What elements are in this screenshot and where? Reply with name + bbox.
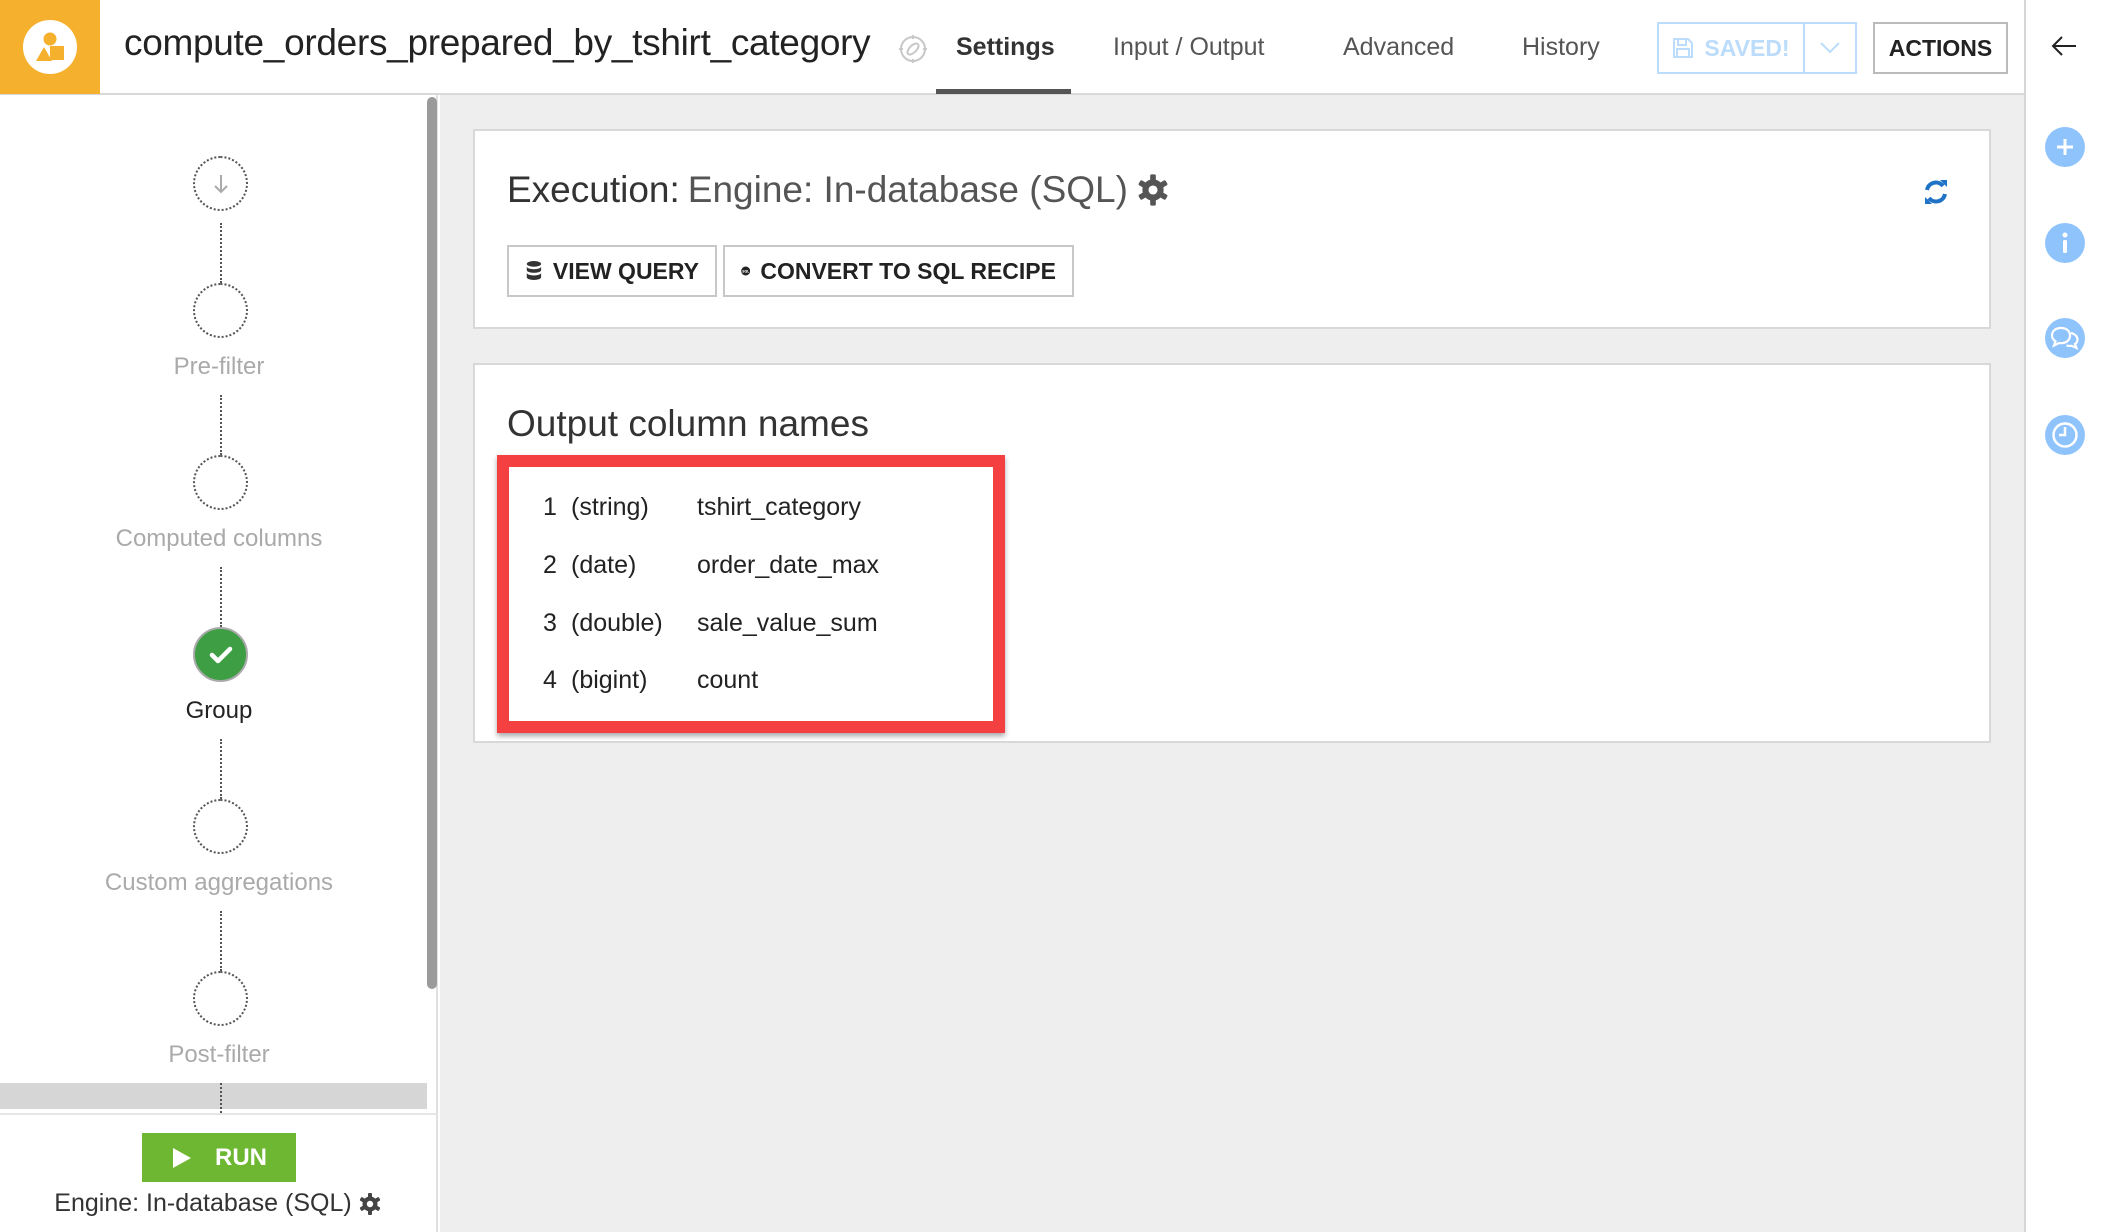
refresh-icon[interactable]	[1921, 177, 1951, 207]
column-type: (string)	[571, 493, 649, 521]
sidebar-overflow-band	[0, 1083, 427, 1109]
discussions-icon	[2050, 326, 2079, 351]
floppy-disk-icon	[1673, 38, 1694, 58]
gear-icon[interactable]	[1136, 173, 1170, 207]
step-computed-columns-circle[interactable]	[193, 455, 248, 510]
engine-selector[interactable]: Engine: In-database (SQL)	[0, 1189, 436, 1218]
info-icon	[2062, 232, 2068, 253]
column-index: 1	[543, 493, 557, 521]
column-row: 4 (bigint) count	[543, 666, 758, 695]
output-columns-list: 1 (string) tshirt_category 2 (date) orde…	[497, 455, 1005, 733]
step-connector	[220, 223, 222, 283]
column-type: (date)	[571, 551, 637, 579]
step-computed-columns[interactable]: Computed columns	[0, 525, 438, 553]
database-icon	[526, 260, 542, 280]
sql-icon: SQL	[741, 266, 751, 276]
convert-to-sql-button[interactable]: SQL CONVERT TO SQL RECIPE	[723, 245, 1074, 297]
output-columns-panel: Output column names 1 (string) tshirt_ca…	[473, 363, 1991, 743]
save-button-group: SAVED!	[1657, 22, 1857, 74]
sidebar-footer: RUN Engine: In-database (SQL)	[0, 1113, 436, 1232]
tab-settings[interactable]: Settings	[956, 33, 1055, 62]
step-pre-filter-circle[interactable]	[193, 283, 248, 338]
view-query-label: VIEW QUERY	[552, 257, 699, 284]
main-content: Execution: Engine: In-database (SQL) VIE…	[440, 95, 2024, 1232]
output-columns-title: Output column names	[507, 403, 869, 444]
step-connector	[220, 395, 222, 455]
checkmark-icon	[209, 646, 232, 663]
column-type: (bigint)	[571, 666, 648, 694]
right-rail	[2024, 0, 2102, 1232]
step-post-filter[interactable]: Post-filter	[0, 1041, 438, 1069]
column-row: 2 (date) order_date_max	[543, 551, 879, 580]
discussions-button[interactable]	[2045, 318, 2085, 358]
engine-label: Engine: In-database (SQL)	[54, 1189, 352, 1217]
step-custom-aggregations-circle[interactable]	[193, 799, 248, 854]
step-connector	[220, 1083, 222, 1113]
recipe-steps-sidebar: Pre-filter Computed columns Group Custom…	[0, 95, 438, 1232]
group-recipe-icon	[23, 20, 77, 74]
back-arrow-icon[interactable]	[2048, 30, 2080, 62]
step-connector	[220, 739, 222, 799]
play-icon	[173, 1147, 191, 1168]
view-query-button[interactable]: VIEW QUERY	[507, 245, 717, 297]
step-post-filter-circle[interactable]	[193, 971, 248, 1026]
gear-icon	[359, 1192, 380, 1215]
plus-icon	[2057, 139, 2073, 155]
tab-history[interactable]: History	[1522, 33, 1600, 62]
timeline-button[interactable]	[2045, 415, 2085, 455]
save-label: SAVED!	[1704, 34, 1790, 61]
column-type: (double)	[571, 609, 663, 637]
top-header: compute_orders_prepared_by_tshirt_catego…	[0, 0, 2026, 95]
step-input[interactable]	[193, 156, 248, 211]
history-clock-icon	[2052, 422, 2078, 448]
add-button[interactable]	[2045, 127, 2085, 167]
convert-label: CONVERT TO SQL RECIPE	[760, 257, 1056, 284]
recipe-logo[interactable]	[0, 0, 100, 94]
step-connector	[220, 911, 222, 971]
column-name: sale_value_sum	[697, 609, 878, 637]
arrow-down-icon	[213, 174, 228, 193]
execution-label: Execution:	[507, 169, 680, 210]
column-name: order_date_max	[697, 551, 880, 579]
column-index: 2	[543, 551, 557, 579]
step-custom-aggregations[interactable]: Custom aggregations	[0, 869, 438, 897]
engine-value[interactable]: Engine: In-database (SQL)	[688, 169, 1128, 211]
column-index: 4	[543, 666, 557, 694]
step-pre-filter[interactable]: Pre-filter	[0, 353, 438, 381]
actions-button[interactable]: ACTIONS	[1873, 22, 2008, 74]
execution-title: Execution: Engine: In-database (SQL)	[507, 169, 1170, 211]
info-button[interactable]	[2045, 223, 2085, 263]
svg-text:SQL: SQL	[742, 269, 749, 273]
save-dropdown-toggle[interactable]	[1805, 24, 1855, 72]
tab-input-output[interactable]: Input / Output	[1113, 33, 1265, 62]
step-group[interactable]: Group	[0, 697, 438, 725]
step-group-circle[interactable]	[193, 627, 248, 682]
run-button[interactable]: RUN	[142, 1133, 296, 1182]
column-row: 3 (double) sale_value_sum	[543, 609, 878, 638]
chevron-down-icon	[1820, 42, 1840, 54]
compass-icon[interactable]	[898, 34, 928, 64]
step-connector	[220, 567, 222, 627]
column-name: tshirt_category	[697, 493, 861, 521]
active-tab-indicator	[936, 89, 1071, 94]
column-index: 3	[543, 609, 557, 637]
tab-advanced[interactable]: Advanced	[1343, 33, 1454, 62]
save-button[interactable]: SAVED!	[1659, 24, 1805, 72]
column-name: count	[697, 666, 759, 694]
recipe-name[interactable]: compute_orders_prepared_by_tshirt_catego…	[124, 22, 871, 64]
column-row: 1 (string) tshirt_category	[543, 493, 861, 522]
run-label: RUN	[215, 1143, 267, 1171]
execution-panel: Execution: Engine: In-database (SQL) VIE…	[473, 129, 1991, 329]
